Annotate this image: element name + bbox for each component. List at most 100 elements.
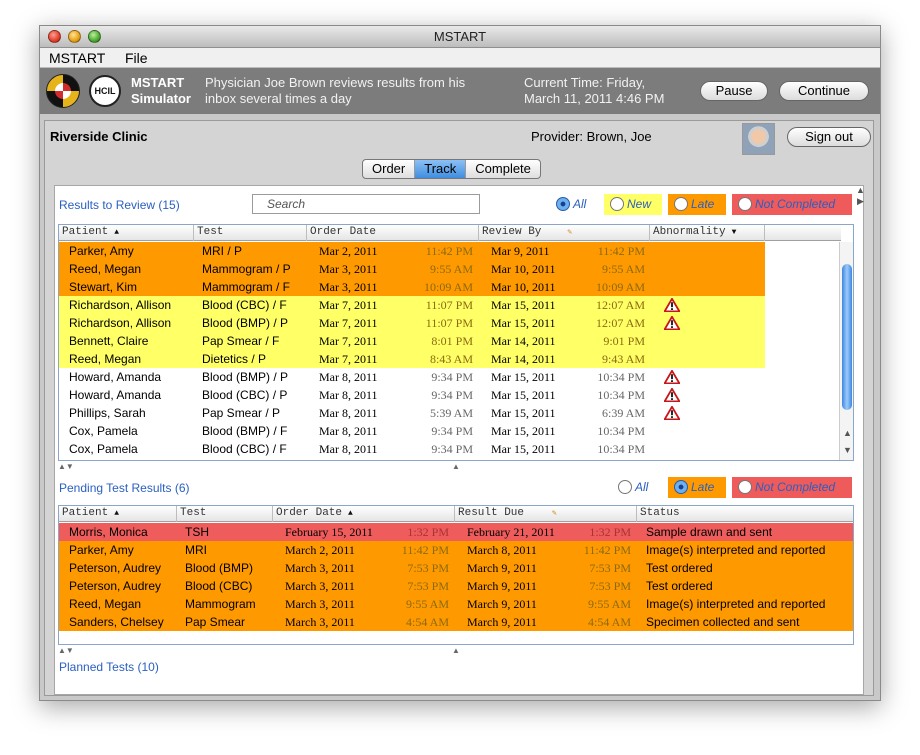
table-cell: Cox, Pamela (69, 424, 138, 438)
table-cell: Richardson, Allison (69, 298, 172, 312)
title-bar[interactable]: MSTART (40, 26, 880, 48)
table-cell: Blood (CBC) / F (202, 442, 287, 456)
radio-icon (674, 197, 688, 211)
sort-caret-icon: ▼ (731, 228, 737, 237)
current-time: Current Time: Friday, March 11, 2011 4:4… (524, 75, 665, 106)
app-name: MSTART Simulator (131, 75, 191, 106)
table-cell: Richardson, Allison (69, 316, 172, 330)
table-row[interactable]: Stewart, Kim Mammogram / F Mar 3, 2011 10:0… (59, 278, 765, 296)
col-test[interactable]: Test (177, 506, 273, 522)
table-cell: MRI / P (202, 244, 243, 258)
radio-icon (738, 480, 752, 494)
radio-icon (738, 197, 752, 211)
table-cell: Image(s) interpreted and reported (646, 543, 826, 557)
col-patient[interactable]: Patient ▲ (59, 225, 194, 241)
col-result-due[interactable]: Result Due ✎ (455, 506, 637, 522)
table-cell: 7:53 PM (589, 579, 631, 593)
table-cell: 12:07 AM (595, 298, 645, 312)
view-tabs: Order Track Complete (362, 159, 541, 179)
table-cell: 7:53 PM (407, 561, 449, 575)
table-row[interactable]: Morris, Monica TSH February 15, 2011 1:32 P… (59, 523, 853, 541)
table-cell: 11:42 PM (425, 244, 473, 258)
scroll-up-icon[interactable]: ▲ (843, 428, 852, 438)
scenario-description: Physician Joe Brown reviews results from… (205, 75, 466, 106)
table-cell: 9:34 PM (431, 424, 473, 438)
search-input[interactable]: Search (252, 194, 480, 214)
menu-mstart[interactable]: MSTART (49, 50, 105, 66)
review-vertical-scrollbar[interactable]: ▲ ▼ (839, 242, 853, 460)
table-row[interactable]: Howard, Amanda Blood (CBC) / P Mar 8, 2011… (59, 386, 839, 404)
table-row[interactable]: Cox, Pamela Blood (CBC) / F Mar 8, 2011 9:3… (59, 440, 839, 458)
table-row[interactable]: Reed, Megan Mammogram / P Mar 3, 2011 9:55 … (59, 260, 765, 278)
table-row[interactable]: Phillips, Sarah Pap Smear / P Mar 8, 2011 5… (59, 404, 839, 422)
table-cell: Test ordered (646, 561, 713, 575)
tab-track[interactable]: Track (415, 160, 467, 178)
window-title: MSTART (433, 29, 487, 44)
tab-order[interactable]: Order (363, 160, 416, 178)
review-filter-new[interactable]: New (604, 194, 662, 215)
table-cell: Blood (CBC) / P (202, 388, 288, 402)
splitter-handle-icon[interactable]: ▲ (452, 462, 460, 471)
review-filter-all[interactable]: All (550, 194, 598, 215)
col-abnormality[interactable]: Abnormality ▼ (650, 225, 765, 241)
table-cell: Dietetics / P (202, 352, 267, 366)
splitter-arrows-icon[interactable]: ▲▼ (58, 462, 74, 471)
col-review-by[interactable]: Review By ✎ (479, 225, 650, 241)
review-filter-late[interactable]: Late (668, 194, 726, 215)
table-row[interactable]: Richardson, Allison Blood (BMP) / P Mar 7,… (59, 314, 765, 332)
planned-tests-label[interactable]: Planned Tests (10) (59, 660, 159, 674)
table-row[interactable]: Peterson, Audrey Blood (CBC) March 3, 2011… (59, 577, 853, 595)
splitter-handle-icon[interactable]: ▲ (452, 646, 460, 655)
pending-filter-late[interactable]: Late (668, 477, 726, 498)
col-order-date[interactable]: Order Date ▲ (273, 506, 455, 522)
table-cell: Blood (CBC) / F (202, 298, 287, 312)
col-patient[interactable]: Patient ▲ (59, 506, 177, 522)
pending-filter-all[interactable]: All (612, 477, 660, 498)
continue-button[interactable]: Continue (779, 81, 869, 101)
col-status[interactable]: Status (637, 506, 853, 522)
menu-file[interactable]: File (125, 50, 148, 66)
table-row[interactable]: Parker, Amy MRI / P Mar 2, 2011 11:42 PM Mar… (59, 242, 765, 260)
review-scroll-thumb[interactable] (842, 264, 852, 410)
pending-filter-not-completed[interactable]: Not Completed (732, 477, 852, 498)
table-cell: 9:01 PM (603, 334, 645, 348)
col-order-date[interactable]: Order Date (307, 225, 479, 241)
splitter-arrows-icon[interactable]: ▲▼ (58, 646, 74, 655)
table-cell: Pap Smear / F (202, 334, 280, 348)
pending-results-table: Patient ▲ Test Order Date ▲ Result Due ✎ St… (58, 505, 854, 645)
table-row[interactable]: Sanders, Chelsey Pap Smear March 3, 2011 4:… (59, 613, 853, 631)
table-row[interactable]: Cox, Pamela Blood (BMP) / F Mar 8, 2011 9:3… (59, 422, 839, 440)
table-row[interactable]: Parker, Amy MRI March 2, 2011 11:42 PM March… (59, 541, 853, 559)
table-cell: Pap Smear / P (202, 406, 281, 420)
table-row[interactable]: Reed, Megan Dietetics / P Mar 7, 2011 8:43 … (59, 350, 765, 368)
table-cell: 9:55 AM (601, 262, 645, 276)
table-cell: Mammogram (185, 597, 256, 611)
table-cell: Blood (BMP) / P (202, 316, 289, 330)
table-cell: 9:34 PM (431, 370, 473, 384)
pause-button[interactable]: Pause (700, 81, 768, 101)
panel-scroll-right-icon[interactable]: ▶ (857, 196, 864, 207)
table-cell: 7:53 PM (407, 579, 449, 593)
radio-icon (610, 197, 624, 211)
results-to-review-label[interactable]: Results to Review (15) (59, 198, 180, 212)
table-row[interactable]: Peterson, Audrey Blood (BMP) March 3, 2011… (59, 559, 853, 577)
warning-triangle-icon (664, 298, 680, 312)
table-cell: Morris, Monica (69, 525, 148, 539)
col-test[interactable]: Test (194, 225, 307, 241)
sign-out-button[interactable]: Sign out (787, 127, 871, 147)
table-row[interactable]: Howard, Amanda Blood (BMP) / P Mar 8, 2011… (59, 368, 839, 386)
sort-caret-icon: ▲ (114, 228, 120, 237)
table-cell: 9:55 AM (587, 597, 631, 611)
table-cell: Specimen collected and sent (646, 615, 800, 629)
tab-complete[interactable]: Complete (466, 160, 540, 178)
panel-scroll-up-icon[interactable]: ▲ (856, 185, 865, 195)
table-row[interactable]: Bennett, Claire Pap Smear / F Mar 7, 2011 8… (59, 332, 765, 350)
scroll-down-icon[interactable]: ▼ (843, 445, 852, 455)
table-cell: 11:07 PM (425, 298, 473, 312)
review-filter-not-completed[interactable]: Not Completed (732, 194, 852, 215)
pending-test-results-label[interactable]: Pending Test Results (6) (59, 481, 190, 495)
table-cell: Blood (CBC) (185, 579, 253, 593)
table-row[interactable]: Reed, Megan Mammogram March 3, 2011 9:55 AM… (59, 595, 853, 613)
table-cell: 10:09 AM (423, 280, 473, 294)
table-row[interactable]: Richardson, Allison Blood (CBC) / F Mar 7,… (59, 296, 765, 314)
